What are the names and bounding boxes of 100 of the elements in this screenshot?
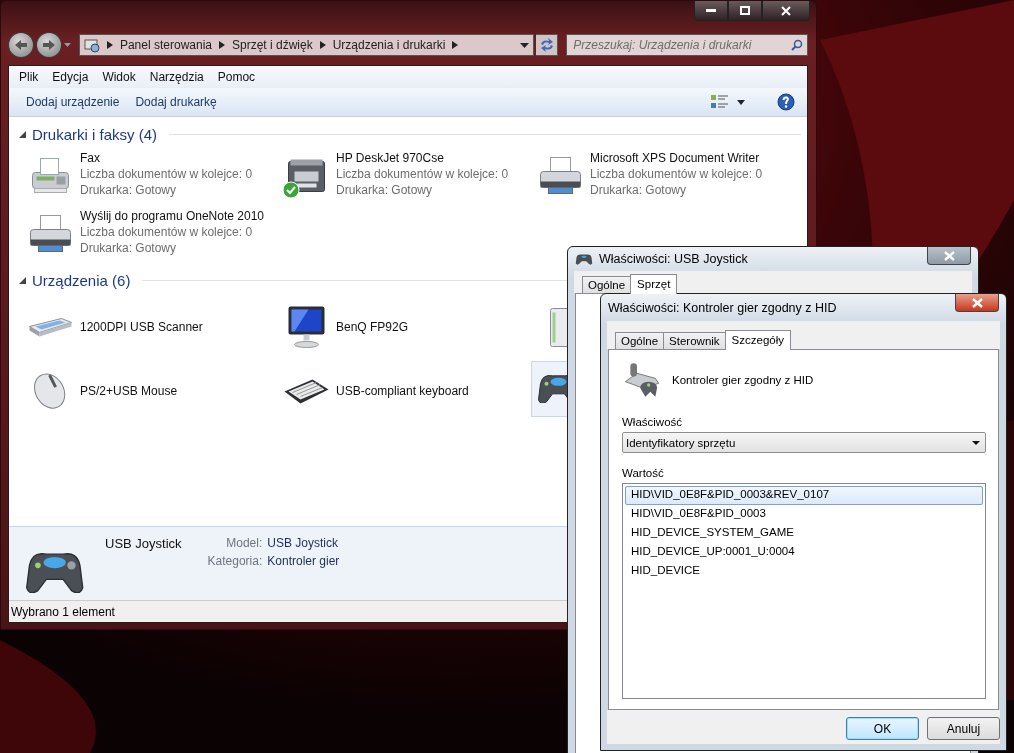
forward-button[interactable]: [35, 32, 62, 58]
chevron-icon[interactable]: [106, 41, 113, 49]
device-name[interactable]: PS/2+USB Mouse: [80, 384, 178, 398]
list-item[interactable]: HID_DEVICE_UP:0001_U:0004: [625, 543, 983, 562]
device-status: Liczba dokumentów w kolejce: 0: [80, 225, 254, 239]
property-dropdown[interactable]: Identyfikatory sprzętu: [622, 432, 986, 453]
device-name[interactable]: Microsoft XPS Document Writer: [590, 151, 763, 165]
device-item[interactable]: USB-compliant keyboard: [280, 365, 471, 417]
minimize-button[interactable]: [694, 1, 728, 21]
field-value: Kontroler gier: [267, 554, 340, 568]
view-icon[interactable]: [711, 95, 729, 109]
device-item[interactable]: HP DeskJet 970Cse Liczba dokumentów w kolejce: 0 Drukarka: Gotowy: [280, 149, 511, 201]
device-item[interactable]: PS/2+USB Mouse: [24, 365, 180, 417]
group-title[interactable]: Drukarki i faksy (4): [32, 125, 158, 143]
tab[interactable]: Ogólne: [615, 332, 665, 349]
list-item[interactable]: HID_DEVICE: [625, 562, 983, 581]
device-item[interactable]: Wyślij do programu OneNote 2010 Liczba dokumentów w kolejce: 0 Drukarka: Gotowy: [24, 207, 266, 259]
toolbar-button[interactable]: Dodaj urządzenie: [18, 95, 128, 109]
device-status: Drukarka: Gotowy: [336, 183, 434, 197]
toolbar-button[interactable]: Dodaj drukarkę: [127, 95, 225, 109]
mfp-icon: [287, 158, 325, 192]
value-list[interactable]: HID\VID_0E8F&PID_0003&REV_0107 HID\VID_0E8F&PID_0003 HID_DEVICE_SYSTEM_GAME HID_DEVICE_UP:0001_U:0004 HID_DEVICE: [622, 483, 986, 699]
device-item[interactable]: BenQ FP92G: [280, 301, 411, 353]
close-icon: [943, 250, 955, 261]
maximize-button[interactable]: [728, 1, 762, 21]
device-item[interactable]: 1200DPI USB Scanner: [24, 301, 205, 353]
chevron-icon[interactable]: [452, 41, 459, 49]
chevron-icon[interactable]: [319, 41, 326, 49]
field-label: Model:: [225, 536, 263, 550]
field-label: Kategoria:: [207, 554, 263, 568]
menu-item[interactable]: Edycja: [45, 70, 96, 84]
device-name[interactable]: Fax: [80, 151, 253, 165]
field-label: Właściwość: [622, 416, 684, 428]
device-name[interactable]: USB-compliant keyboard: [336, 384, 469, 398]
device-name[interactable]: BenQ FP92G: [336, 320, 409, 334]
menu-item[interactable]: Widok: [95, 70, 143, 84]
collapse-icon[interactable]: [19, 130, 26, 138]
device-name: USB Joystick: [105, 536, 182, 551]
menu-item[interactable]: Pomoc: [210, 70, 263, 84]
breadcrumb-item[interactable]: Sprzęt i dźwięk: [232, 38, 313, 52]
close-icon: [971, 297, 983, 308]
menu-item[interactable]: Plik: [12, 70, 46, 84]
back-button[interactable]: [8, 32, 34, 58]
device-item[interactable]: Microsoft XPS Document Writer Liczba dokumentów w kolejce: 0 Drukarka: Gotowy: [534, 149, 765, 201]
collapse-icon[interactable]: [19, 276, 26, 284]
left-arrow-icon: [15, 40, 27, 50]
caret-icon[interactable]: [520, 42, 530, 48]
list-item[interactable]: HID_DEVICE_SYSTEM_GAME: [625, 524, 983, 543]
device-status: Liczba dokumentów w kolejce: 0: [336, 167, 509, 181]
status-text: Wybrano 1 element: [11, 604, 115, 619]
device-status: Liczba dokumentów w kolejce: 0: [80, 167, 253, 181]
monitor-icon: [287, 306, 325, 348]
tab[interactable]: Szczegóły: [724, 330, 791, 350]
right-arrow-icon: [42, 40, 55, 50]
caret-icon[interactable]: [737, 99, 745, 105]
search-icon: [791, 39, 803, 51]
keyboard-icon: [283, 378, 329, 404]
refresh-icon: [538, 38, 555, 52]
device-status: Liczba dokumentów w kolejce: 0: [590, 167, 763, 181]
device-status: Drukarka: Gotowy: [80, 183, 178, 197]
close-button[interactable]: [927, 247, 971, 265]
scanner-icon: [28, 317, 72, 337]
list-item[interactable]: HID\VID_0E8F&PID_0003: [625, 505, 983, 524]
dialog-title: Właściwości: USB Joystick: [599, 252, 748, 266]
device-name[interactable]: HP DeskJet 970Cse: [336, 151, 509, 165]
close-button[interactable]: [955, 294, 999, 312]
close-button[interactable]: [762, 1, 810, 21]
breadcrumb-item[interactable]: Urządzenia i drukarki: [332, 38, 446, 52]
menu-item[interactable]: Narzędzia: [142, 70, 211, 84]
address-bar[interactable]: Panel sterowania Sprzęt i dźwięk Urządzenia i drukarki: [78, 34, 535, 56]
control-panel-icon: [83, 37, 100, 53]
breadcrumb-item[interactable]: Panel sterowania: [119, 38, 212, 52]
gamepad-icon: [26, 552, 84, 594]
device-status: Drukarka: Gotowy: [590, 183, 688, 197]
dialog-button[interactable]: Anuluj: [927, 717, 1000, 740]
device-name: Kontroler gier zgodny z HID: [672, 374, 814, 386]
printer-icon: [29, 214, 71, 252]
tab[interactable]: Sprzęt: [630, 274, 678, 294]
field-value: USB Joystick: [267, 536, 339, 550]
caret-icon: [972, 440, 980, 445]
chevron-icon[interactable]: [219, 41, 225, 49]
minimize-icon: [706, 8, 716, 13]
printer-icon: [539, 156, 581, 194]
fax-icon: [31, 157, 69, 193]
gamepad-icon: [575, 252, 593, 266]
tab[interactable]: Sterownik: [663, 332, 726, 349]
device-status: Drukarka: Gotowy: [80, 241, 178, 255]
dialog-title: Właściwości: Kontroler gier zgodny z HID: [608, 300, 837, 315]
close-icon: [781, 5, 791, 16]
field-label: Wartość: [622, 467, 665, 479]
device-name[interactable]: 1200DPI USB Scanner: [80, 320, 203, 334]
group-title[interactable]: Urządzenia (6): [32, 271, 131, 289]
list-item[interactable]: HID\VID_0E8F&PID_0003&REV_0107: [625, 486, 983, 505]
refresh-button[interactable]: [536, 34, 559, 56]
search-field[interactable]: Przeszukaj: Urządzenia i drukarki: [566, 34, 808, 56]
device-name[interactable]: Wyślij do programu OneNote 2010: [80, 209, 264, 223]
dialog-button[interactable]: OK: [846, 717, 919, 740]
help-icon[interactable]: [777, 93, 795, 111]
tab[interactable]: Ogólne: [582, 276, 632, 293]
device-item[interactable]: Fax Liczba dokumentów w kolejce: 0 Drukarka: Gotowy: [24, 149, 255, 201]
